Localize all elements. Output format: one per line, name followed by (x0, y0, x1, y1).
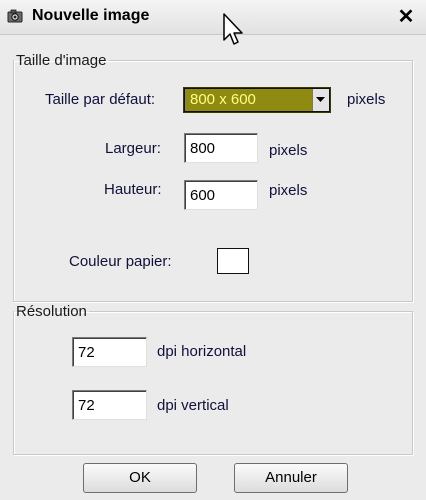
dialog-title: Nouvelle image (32, 7, 150, 24)
height-unit: pixels (269, 182, 308, 199)
paper-color-label: Couleur papier: (69, 253, 172, 270)
close-button[interactable]: ✕ (396, 7, 416, 27)
dpi-horizontal-label: dpi horizontal (157, 343, 247, 360)
height-label: Hauteur: (104, 181, 162, 198)
chevron-down-icon (316, 97, 325, 102)
height-input[interactable]: 600 (184, 180, 258, 210)
default-size-value: 800 x 600 (190, 91, 256, 108)
image-size-legend: Taille d'image (16, 52, 107, 69)
camera-icon (7, 9, 23, 23)
resolution-legend: Résolution (16, 303, 87, 320)
width-input[interactable]: 800 (184, 133, 258, 163)
paper-color-swatch[interactable] (217, 248, 249, 274)
default-size-unit: pixels (347, 91, 386, 108)
width-unit: pixels (269, 142, 308, 159)
close-icon: ✕ (397, 6, 415, 28)
default-size-label: Taille par défaut: (45, 91, 156, 108)
dialog-body: Taille d'image Taille par défaut: 800 x … (1, 35, 423, 500)
resolution-group: Résolution (13, 303, 413, 455)
default-size-select[interactable]: 800 x 600 (183, 87, 331, 113)
dpi-vertical-input[interactable]: 72 (72, 390, 147, 420)
cancel-button[interactable]: Annuler (234, 463, 348, 493)
dpi-vertical-label: dpi vertical (157, 397, 229, 414)
dropdown-arrow-button[interactable] (312, 89, 329, 111)
title-bar[interactable]: Nouvelle image ✕ (0, 0, 426, 35)
width-label: Largeur: (105, 140, 161, 157)
dpi-horizontal-input[interactable]: 72 (72, 337, 147, 367)
ok-button[interactable]: OK (83, 463, 197, 493)
